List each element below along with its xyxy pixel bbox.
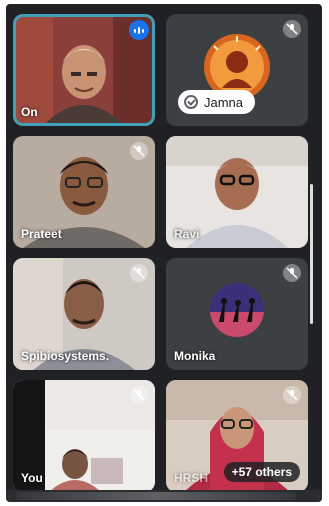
scrollbar[interactable] bbox=[310, 184, 313, 324]
mic-off-icon bbox=[283, 264, 301, 282]
meeting-grid-screen: On Jamna Prateet Ravi Spibiosystems. Mon… bbox=[6, 4, 322, 502]
bottom-control-bar bbox=[6, 490, 322, 502]
others-count-badge[interactable]: +57 others bbox=[223, 462, 300, 482]
participant-name: Ravi bbox=[174, 227, 200, 241]
participant-name: Jamna bbox=[204, 94, 244, 110]
participant-tile-others[interactable]: HRSH +57 others bbox=[166, 380, 308, 492]
presenter-icon bbox=[184, 95, 198, 109]
mic-off-icon bbox=[130, 264, 148, 282]
participant-partial-name: HRSH bbox=[174, 471, 209, 485]
blurred-controls bbox=[16, 492, 296, 500]
participant-tile-on[interactable]: On bbox=[13, 14, 155, 126]
mic-off-icon bbox=[130, 386, 148, 404]
participant-name: You bbox=[21, 471, 43, 485]
participant-tile-prateet[interactable]: Prateet bbox=[13, 136, 155, 248]
mic-off-icon bbox=[283, 20, 301, 38]
participant-tile-ravi[interactable]: Ravi bbox=[166, 136, 308, 248]
participant-tile-you[interactable]: You bbox=[13, 380, 155, 492]
participant-name: Monika bbox=[174, 349, 216, 363]
mic-off-icon bbox=[283, 386, 301, 404]
participant-tile-spibiosystems[interactable]: Spibiosystems. bbox=[13, 258, 155, 370]
mic-off-icon bbox=[130, 142, 148, 160]
participant-tile-jamna[interactable]: Jamna bbox=[166, 14, 308, 126]
participant-name: Prateet bbox=[21, 227, 62, 241]
participant-name: On bbox=[21, 105, 38, 119]
monika-avatar-image bbox=[210, 283, 264, 337]
participant-tile-monika[interactable]: Monika bbox=[166, 258, 308, 370]
participant-name: Spibiosystems. bbox=[21, 349, 110, 363]
speaking-indicator-icon bbox=[129, 20, 149, 40]
name-pill-jamna: Jamna bbox=[178, 90, 256, 114]
